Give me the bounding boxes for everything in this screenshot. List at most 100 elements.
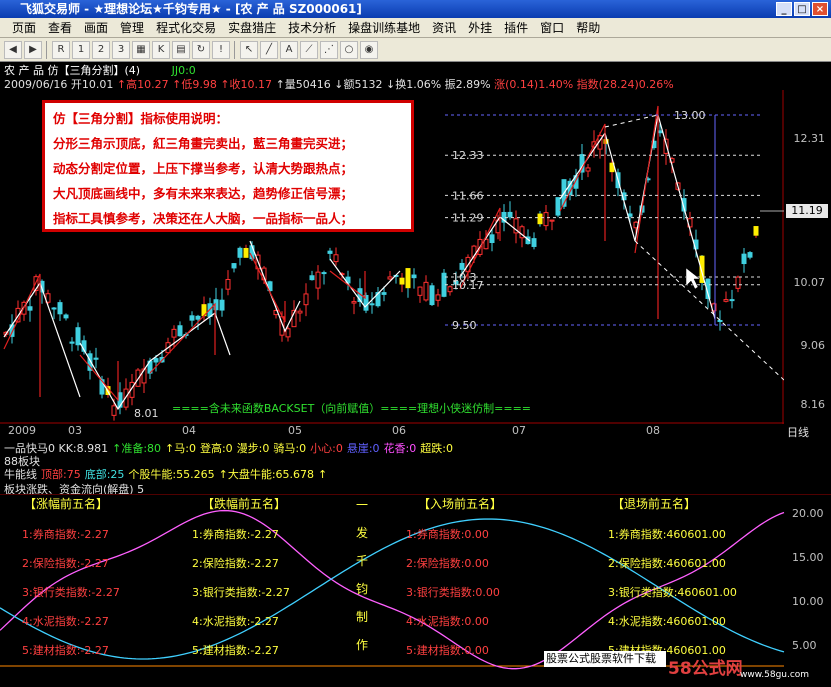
date-tick: 2009 [8, 424, 36, 437]
menu-news[interactable]: 资讯 [426, 18, 462, 38]
sector-row: 3:银行类指数:0.00 [406, 586, 500, 599]
candle-body [309, 275, 315, 281]
cursor-icon[interactable]: ↖ [240, 40, 258, 59]
low-price-label: 8.01 [134, 407, 159, 420]
maximize-button[interactable]: □ [794, 2, 810, 16]
vertical-char: 钧 [356, 582, 369, 596]
candle-body [369, 303, 375, 306]
sector-row: 2:保险指数:-2.27 [22, 557, 109, 570]
refresh-icon[interactable]: ↻ [192, 40, 210, 59]
indicator-value: ↑准备:80 [112, 442, 162, 455]
level-label: 10.17 [452, 279, 484, 292]
alert-icon[interactable]: ! [212, 40, 230, 59]
candle-body [417, 286, 423, 296]
price-axis: 12.31 10.07 9.06 8.16 [784, 90, 831, 430]
indicator-line-1: 一品快马0 KK:8.981 ↑准备:80 ↑马:0 登高:0 漫步:0 骑马:0 小心:0… [4, 440, 457, 456]
notice-line: 大凡顶底画线中，多有未来来表达，趋势修正信号漂； [53, 186, 354, 201]
menu-program-trading[interactable]: 程式化交易 [150, 18, 222, 38]
level-label: 13.00 [674, 109, 706, 122]
bull-energy-value: 底部:25 [84, 468, 125, 481]
price-tick: 9.06 [800, 339, 826, 352]
date-tick: 03 [68, 424, 82, 437]
candle-body [543, 212, 549, 227]
period-label[interactable]: 日线 [787, 424, 809, 440]
indicator-value: 登高:0 [199, 442, 233, 455]
candle-body [63, 314, 69, 319]
sector-row: 4:水泥指数:460601.00 [608, 615, 726, 628]
panel-tick: 10.00 [792, 595, 824, 608]
period-3-icon[interactable]: 3 [112, 40, 130, 59]
candle-body [435, 294, 441, 301]
menu-plugins-ext[interactable]: 外挂 [462, 18, 498, 38]
text-tool-icon[interactable]: A [280, 40, 298, 59]
ray-tool-icon[interactable]: ⟋ [300, 40, 318, 59]
back-icon[interactable]: ◀ [4, 40, 22, 59]
indicator-value: 悬崖:0 [346, 442, 380, 455]
candle-body [753, 226, 759, 236]
menu-analysis[interactable]: 技术分析 [282, 18, 342, 38]
candle-body [153, 358, 159, 363]
period-2-icon[interactable]: 2 [92, 40, 110, 59]
menu-help[interactable]: 帮助 [570, 18, 606, 38]
trend-dash-line [604, 114, 659, 128]
sector-row: 2:保险指数:-2.27 [192, 557, 279, 570]
candle-body [387, 276, 393, 280]
panel-tick: 20.00 [792, 507, 824, 520]
menu-view[interactable]: 查看 [42, 18, 78, 38]
forward-icon[interactable]: ▶ [24, 40, 42, 59]
menu-screen[interactable]: 画面 [78, 18, 114, 38]
menu-manage[interactable]: 管理 [114, 18, 150, 38]
minimize-button[interactable]: _ [776, 2, 792, 16]
period-1-icon[interactable]: 1 [72, 40, 90, 59]
candle-body [69, 341, 75, 344]
candle-body [243, 247, 249, 258]
price-tick: 8.16 [800, 398, 826, 411]
watermark: 股票公式股票软件下载 [544, 651, 666, 667]
indicator-value: 小心:0 [310, 442, 343, 455]
bull-energy-value: ↑ [318, 468, 328, 481]
kline-icon[interactable]: K [152, 40, 170, 59]
date-tick: 05 [288, 424, 302, 437]
eye-tool-icon[interactable]: ◉ [360, 40, 378, 59]
line-tool-icon[interactable]: ╱ [260, 40, 278, 59]
rsi-icon[interactable]: R [52, 40, 70, 59]
indicator-line-2: 牛能线 顶部:75 底部:25 个股牛能:55.265 ↑大盘牛能:65.678 ↑ [4, 466, 331, 482]
candle-body [351, 301, 357, 304]
candle-body [717, 319, 723, 322]
circle-tool-icon[interactable]: ○ [340, 40, 358, 59]
fractal-triangle-line [634, 114, 716, 320]
candle-body [285, 328, 291, 338]
grid-icon[interactable]: ▤ [172, 40, 190, 59]
window-title: 飞狐交易师 - ★理想论坛★千钧专用★ - [农 产 品 SZ000061] [20, 2, 362, 16]
close-button[interactable]: × [812, 2, 828, 16]
site-logo: 58公式网 [668, 659, 743, 679]
vertical-char: 制 [356, 610, 369, 624]
chart-icon[interactable]: ▦ [132, 40, 150, 59]
candle-body [405, 268, 411, 289]
notice-line: 指标工具慎参考，决策还在人大脑，一品指标一品人； [53, 211, 354, 226]
trend-dash-line [634, 240, 784, 381]
indicator-value: ↑马:0 [165, 442, 196, 455]
menu-page[interactable]: 页面 [6, 18, 42, 38]
sector-row: 5:建材指数:0.00 [406, 644, 489, 657]
candle-body [315, 271, 321, 289]
menu-hunt[interactable]: 实盘猎庄 [222, 18, 282, 38]
site-url: www.58gu.com [740, 670, 810, 680]
candle-body [549, 219, 555, 222]
candle-body [423, 281, 429, 301]
date-axis: 2009 03 04 05 06 07 08 [0, 424, 784, 438]
fan-tool-icon[interactable]: ⋰ [320, 40, 338, 59]
candle-body [531, 238, 537, 247]
price-tick: 12.31 [793, 132, 826, 145]
fractal-triangle-red [3, 273, 41, 397]
candle-body [75, 327, 81, 346]
date-tick: 06 [392, 424, 406, 437]
current-price-tag: 11.19 [786, 204, 828, 218]
notice-title: 仿【三角分割】指标使用说明： [53, 111, 229, 126]
menu-plugins[interactable]: 插件 [498, 18, 534, 38]
candle-body [381, 292, 387, 295]
sector-row: 4:水泥指数:-2.27 [22, 615, 109, 628]
menu-training[interactable]: 操盘训练基地 [342, 18, 426, 38]
sector-row: 5:建材指数:-2.27 [22, 644, 109, 657]
menu-window[interactable]: 窗口 [534, 18, 570, 38]
